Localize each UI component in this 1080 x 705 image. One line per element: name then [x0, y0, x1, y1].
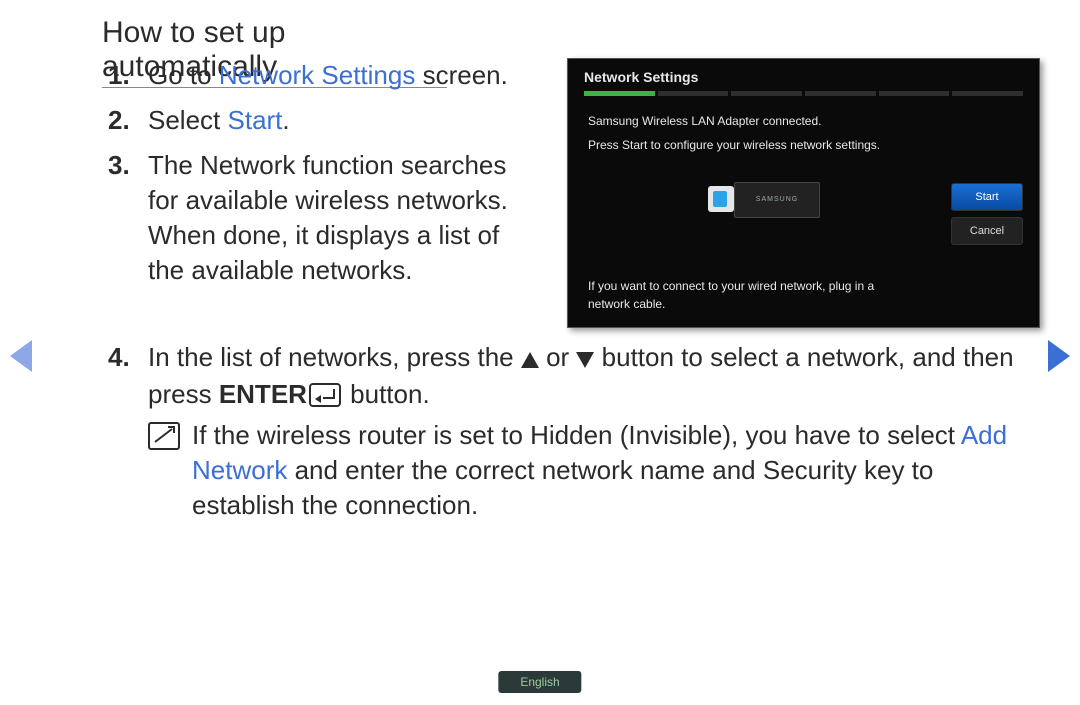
panel-buttons: Start Cancel: [951, 183, 1023, 251]
usb-plug-icon: [708, 186, 734, 212]
link-network-settings: Network Settings: [219, 60, 416, 90]
panel-message-1: Samsung Wireless LAN Adapter connected.: [568, 106, 1039, 136]
panel-message-2: Press Start to configure your wireless n…: [568, 136, 1039, 160]
note-body: If the wireless router is set to Hidden …: [192, 418, 1018, 523]
note-icon: [148, 422, 180, 450]
progress-seg: [658, 91, 729, 96]
text: screen.: [415, 60, 508, 90]
step-body: Go to Network Settings screen.: [148, 58, 538, 93]
text: If the wireless router is set to Hidden …: [192, 420, 961, 450]
prev-page-icon[interactable]: [10, 340, 32, 372]
text: In the list of networks, press the: [148, 342, 521, 372]
panel-title: Network Settings: [568, 59, 1039, 91]
up-triangle-icon: [521, 342, 539, 377]
enter-icon: [309, 383, 341, 407]
step-body: In the list of networks, press the or bu…: [148, 340, 1018, 412]
progress-seg: [879, 91, 950, 96]
adapter-icon: SAMSUNG: [708, 182, 818, 216]
step-num: 1.: [108, 58, 148, 93]
language-badge: English: [498, 671, 581, 693]
progress-seg: [731, 91, 802, 96]
step-3: 3. The Network function searches for ava…: [108, 148, 538, 288]
progress-seg: [584, 91, 655, 96]
link-start: Start: [228, 105, 283, 135]
progress-bar: [568, 91, 1039, 106]
text: Go to: [148, 60, 219, 90]
text: or: [539, 342, 577, 372]
step-4: 4. In the list of networks, press the or…: [108, 340, 1018, 412]
network-settings-panel: Network Settings Samsung Wireless LAN Ad…: [567, 58, 1040, 328]
step-num: 3.: [108, 148, 148, 288]
cancel-button[interactable]: Cancel: [951, 217, 1023, 245]
step-num: 4.: [108, 340, 148, 412]
progress-seg: [805, 91, 876, 96]
down-triangle-icon: [576, 342, 594, 377]
step-2: 2. Select Start.: [108, 103, 538, 138]
step-body: The Network function searches for availa…: [148, 148, 538, 288]
progress-seg: [952, 91, 1023, 96]
next-page-icon[interactable]: [1048, 340, 1070, 372]
adapter-body-label: SAMSUNG: [734, 182, 820, 218]
enter-label: ENTER: [219, 379, 307, 409]
text: and enter the correct network name and S…: [192, 455, 933, 520]
steps-list: 1. Go to Network Settings screen. 2. Sel…: [108, 58, 538, 299]
panel-footer-text: If you want to connect to your wired net…: [588, 277, 919, 313]
step-1: 1. Go to Network Settings screen.: [108, 58, 538, 93]
step-body: Select Start.: [148, 103, 538, 138]
text: Select: [148, 105, 228, 135]
text: .: [282, 105, 289, 135]
start-button[interactable]: Start: [951, 183, 1023, 211]
step-num: 2.: [108, 103, 148, 138]
note: If the wireless router is set to Hidden …: [148, 418, 1018, 523]
text: button.: [343, 379, 430, 409]
